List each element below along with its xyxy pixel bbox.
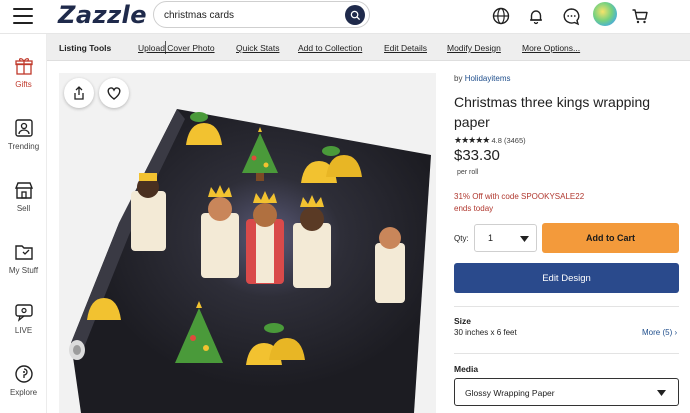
globe-icon[interactable] [490,5,512,27]
cart-icon[interactable] [629,5,651,27]
promo-code-text: 31% Off with code SPOOKYSALE22 [454,192,585,201]
chevron-down-icon [520,236,529,242]
product-image[interactable] [59,73,436,413]
sidebar-item-my-stuff[interactable]: My Stuff [0,242,47,275]
left-sidebar: Gifts Trending Sell My Stuff LIVE Explor… [0,34,47,413]
sidebar-item-label: Sell [16,204,31,213]
media-label: Media [454,364,479,374]
bell-icon[interactable] [525,5,547,27]
quantity-select[interactable]: 1 [474,224,537,252]
listing-toolbar: Listing Tools Upload Cover Photo Quick S… [47,34,690,61]
sidebar-item-live[interactable]: LIVE [0,302,47,335]
sidebar-item-gifts[interactable]: Gifts [0,56,47,89]
chevron-right-icon: › [674,328,678,337]
qty-label: Qty: [454,234,469,243]
edit-design-button[interactable]: Edit Design [454,263,679,293]
share-button[interactable] [64,78,94,108]
sidebar-item-trending[interactable]: Trending [0,118,47,151]
chevron-down-icon [657,390,666,396]
search-bar [153,1,370,28]
explore-icon [14,365,33,383]
sidebar-item-label: Explore [9,388,38,397]
by-prefix: by [454,74,463,83]
section-divider [454,306,679,307]
review-count: (3465) [503,136,526,145]
product-price: $33.30 [454,147,500,164]
search-icon [350,10,360,20]
add-to-collection-link[interactable]: Add to Collection [298,43,362,53]
product-rating[interactable]: ★★★★★ 4.8 (3465) [454,135,526,146]
sidebar-item-sell[interactable]: Sell [0,180,47,213]
rating-stars: ★★★★★ [454,135,490,145]
section-divider [454,353,679,354]
more-options-link[interactable]: More Options... [522,43,580,53]
avatar[interactable] [593,2,617,26]
seller-link[interactable]: Holidayitems [465,74,511,83]
trending-icon [14,119,33,137]
upload-cover-photo-link[interactable]: Upload Cover Photo [138,43,215,53]
rating-value: 4.8 [491,136,502,145]
live-chat-icon [14,304,33,322]
search-button[interactable] [345,5,365,25]
search-input[interactable] [164,6,344,24]
size-label: Size [454,316,472,326]
folder-icon [14,245,33,260]
sidebar-item-label: Trending [7,142,40,151]
size-value: 30 inches x 6 feet [454,328,517,337]
listing-tools-label: Listing Tools [59,43,112,53]
add-to-cart-button[interactable]: Add to Cart [542,223,679,253]
sidebar-item-label: LIVE [14,326,33,335]
sidebar-item-explore[interactable]: Explore [0,364,47,397]
promo-message: 31% Off with code SPOOKYSALE22 ends toda… [454,191,584,215]
top-header: Zazzle [0,0,690,34]
modify-design-link[interactable]: Modify Design [447,43,501,53]
wrapping-paper-illustration [69,109,431,413]
sidebar-item-label: Gifts [15,80,32,89]
seller-byline: by Holidayitems [454,74,510,83]
price-unit: per roll [457,169,479,176]
more-sizes-label: More (5) [642,328,673,337]
favorite-button[interactable] [99,78,129,108]
gift-icon [14,58,33,75]
share-icon [74,86,84,100]
sidebar-item-label: My Stuff [8,266,39,275]
store-icon [14,182,33,199]
menu-icon[interactable] [13,8,33,24]
quick-stats-link[interactable]: Quick Stats [236,43,279,53]
chat-icon[interactable] [560,5,582,27]
product-title: Christmas three kings wrapping paper [454,94,651,130]
more-sizes-link[interactable]: More (5) › [642,328,677,337]
edit-details-link[interactable]: Edit Details [384,43,427,53]
quantity-value: 1 [488,233,494,243]
media-select[interactable]: Glossy Wrapping Paper [454,378,679,406]
zazzle-logo[interactable]: Zazzle [58,1,147,29]
heart-icon [107,87,121,100]
media-value: Glossy Wrapping Paper [465,388,555,398]
promo-expiry: ends today [454,204,494,213]
